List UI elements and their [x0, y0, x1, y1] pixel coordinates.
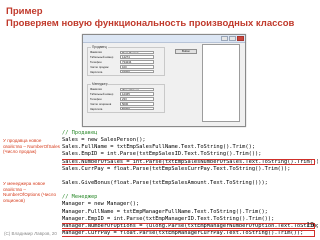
code-line: Sales.EmpID = int.Parse(txtEmpSalesID.Te… — [62, 151, 262, 158]
group-title: Продавец — [91, 45, 108, 49]
code-line: Sales.FullName = txtEmpSalesFullName.Tex… — [62, 144, 256, 151]
sales-phone-input[interactable]: 734234 — [120, 60, 154, 64]
form-button[interactable]: Button — [175, 49, 197, 54]
code-line: Sales.GiveBonus(float.Parse(txtEmpSalesA… — [62, 179, 268, 186]
group-title: Менеджер — [91, 82, 109, 86]
window-titlebar — [83, 35, 245, 43]
field-label: Телефон — [90, 96, 102, 101]
slide-title-line2: Проверяем новую функциональность произво… — [6, 17, 295, 29]
field-label: Табельный номер — [90, 92, 114, 97]
manager-fullname-input[interactable]: Иван Иванов — [120, 87, 154, 92]
slide-title: Пример Проверяем новую функциональность … — [6, 6, 314, 29]
code-line: Manager = new Manager(); — [62, 201, 140, 208]
field-label: Зарплата — [90, 69, 103, 74]
footer-copyright: (С) Владимир Лавров, 20 — [4, 231, 57, 236]
field-label: Телефон — [90, 59, 102, 64]
code-line: Manager.NumberOfOptions = (ulong.Parse(t… — [62, 222, 318, 230]
maximize-icon[interactable] — [229, 35, 236, 41]
manager-annotation: У менеджера новое свойство – NumberOfOpt… — [3, 181, 57, 203]
code-line: Sales = new SalesPerson(); — [62, 137, 146, 144]
salesperson-group: Продавец Фамилия Петр Петров Табельный но… — [87, 45, 165, 76]
manager-options-input[interactable]: 5000 — [120, 101, 154, 106]
sales-fullname-input[interactable]: Петр Петров — [120, 50, 154, 55]
sales-annotation: У продавца новое свойство – NumberOfSale… — [3, 138, 60, 155]
app-window-screenshot: Продавец Фамилия Петр Петров Табельный но… — [82, 34, 246, 127]
sales-number-of-sales-input[interactable]: 100 — [120, 64, 154, 69]
field-label: Число продаж — [90, 64, 109, 69]
manager-phone-input[interactable]: 233 — [120, 97, 154, 101]
code-listing: // Продавец Sales = new SalesPerson(); Sal… — [62, 130, 318, 240]
manager-id-input[interactable]: 12345 — [120, 92, 154, 96]
code-comment-line: // Менеджер — [62, 194, 98, 201]
slide-title-line1: Пример — [6, 6, 43, 17]
code-line: Sales.NumberOfSales = int.Parse(txtEmpSa… — [62, 158, 318, 166]
field-label: Фамилия — [90, 87, 102, 92]
code-line: Manager.EmpID = int.Parse(txtEmpManagerI… — [62, 215, 275, 222]
field-label: Табельный номер — [90, 55, 114, 60]
code-line: Manager.CurrPay = float.Parse(txtEmpMana… — [62, 229, 318, 237]
sales-pay-input[interactable]: 15000 — [120, 69, 154, 74]
code-line: Sales.CurrPay = float.Parse(txtEmpSalesC… — [62, 165, 291, 172]
minimize-icon[interactable] — [221, 35, 228, 41]
output-listbox[interactable] — [202, 44, 240, 122]
manager-group: Менеджер Фамилия Иван Иванов Табельный но… — [87, 82, 165, 113]
field-label: Число опционов — [90, 101, 112, 106]
close-icon[interactable] — [237, 35, 244, 41]
field-label: Зарплата — [90, 106, 103, 111]
code-line: Manager.FullName = txtEmpManagerFullName… — [62, 208, 268, 215]
sales-id-input[interactable]: 14274 — [120, 55, 154, 59]
code-comment-line: // Продавец — [62, 130, 98, 136]
field-label: Фамилия — [90, 50, 102, 55]
manager-pay-input[interactable]: 50000 — [120, 106, 154, 111]
page-number: 19 — [306, 222, 314, 229]
